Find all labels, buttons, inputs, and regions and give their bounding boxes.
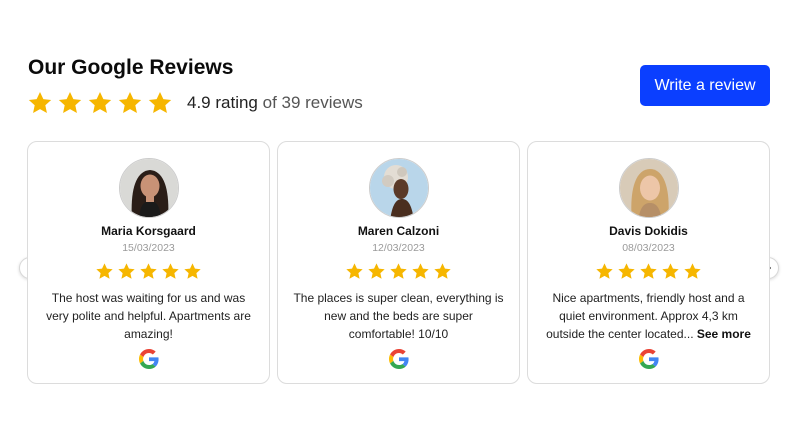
review-stars — [278, 262, 519, 281]
star-icon — [117, 90, 143, 116]
avatar — [369, 158, 429, 218]
star-icon — [57, 90, 83, 116]
star-icon — [390, 263, 407, 279]
rating-value: 4.9 rating — [187, 93, 258, 112]
star-icon — [96, 263, 113, 279]
review-text: The host was waiting for us and was very… — [42, 289, 255, 343]
review-card: Maren Calzoni 12/03/2023 The places is s… — [277, 141, 520, 384]
reviewer-name: Davis Dokidis — [609, 224, 688, 238]
see-more-link[interactable]: See more — [697, 327, 751, 341]
avatar — [119, 158, 179, 218]
star-icon — [684, 263, 701, 279]
google-logo-icon — [139, 349, 159, 369]
review-text: Nice apartments, friendly host and a qui… — [542, 289, 755, 343]
google-logo-icon — [389, 349, 409, 369]
review-body: The places is super clean, everything is… — [293, 291, 504, 341]
avatar — [619, 158, 679, 218]
star-icon — [147, 90, 173, 116]
write-review-button[interactable]: Write a review — [640, 65, 770, 106]
star-icon — [118, 263, 135, 279]
overall-rating: 4.9 rating of 39 reviews — [27, 90, 363, 116]
star-icon — [640, 263, 657, 279]
star-icon — [434, 263, 451, 279]
star-icon — [87, 90, 113, 116]
overall-stars — [27, 90, 173, 116]
google-logo-icon — [639, 349, 659, 369]
star-icon — [184, 263, 201, 279]
star-icon — [412, 263, 429, 279]
rating-count: of 39 reviews — [257, 93, 363, 112]
star-icon — [27, 90, 53, 116]
review-text: The places is super clean, everything is… — [292, 289, 505, 343]
star-icon — [618, 263, 635, 279]
review-card: Maria Korsgaard 15/03/2023 The host was … — [27, 141, 270, 384]
review-body: The host was waiting for us and was very… — [46, 291, 251, 341]
review-card: Davis Dokidis 08/03/2023 Nice apartments… — [527, 141, 770, 384]
review-date: 08/03/2023 — [622, 242, 675, 254]
review-stars — [28, 262, 269, 281]
star-icon — [140, 263, 157, 279]
review-date: 12/03/2023 — [372, 242, 425, 254]
rating-summary: 4.9 rating of 39 reviews — [187, 93, 363, 113]
star-icon — [662, 263, 679, 279]
page-title: Our Google Reviews — [28, 56, 234, 79]
reviewer-name: Maria Korsgaard — [101, 224, 196, 238]
star-icon — [162, 263, 179, 279]
star-icon — [368, 263, 385, 279]
star-icon — [346, 263, 363, 279]
review-stars — [528, 262, 769, 281]
star-icon — [596, 263, 613, 279]
review-date: 15/03/2023 — [122, 242, 175, 254]
reviewer-name: Maren Calzoni — [357, 224, 440, 238]
